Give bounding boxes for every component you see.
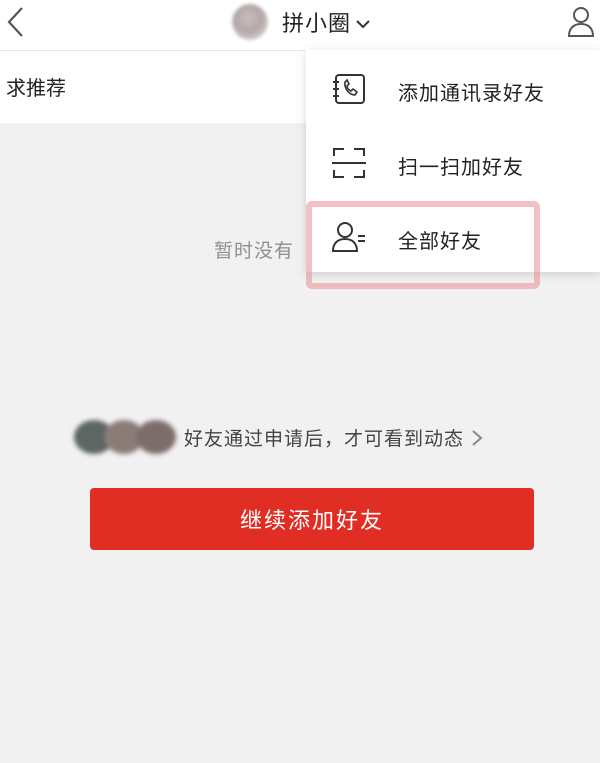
user-avatar xyxy=(232,4,268,40)
chevron-down-icon xyxy=(356,20,370,29)
menu-item-label: 扫一扫加好友 xyxy=(398,155,524,179)
profile-button[interactable] xyxy=(567,4,600,38)
friend-avatars xyxy=(74,420,178,454)
menu-item-label: 添加通讯录好友 xyxy=(398,81,545,105)
chevron-right-icon xyxy=(472,430,483,446)
recommend-label[interactable]: 求推荐 xyxy=(6,72,66,101)
chevron-left-icon xyxy=(7,7,23,37)
back-button[interactable] xyxy=(0,0,40,50)
empty-state-text: 暂时没有 xyxy=(214,240,295,262)
circle-title-dropdown[interactable]: 拼小圈 xyxy=(232,2,371,42)
menu-item-all-friends[interactable]: 全部好友 xyxy=(306,200,600,274)
dropdown-menu: 添加通讯录好友 扫一扫加好友 全部好友 xyxy=(306,50,600,272)
top-bar: 拼小圈 xyxy=(0,0,600,51)
continue-add-friends-button[interactable]: 继续添加好友 xyxy=(90,488,534,550)
friends-list-icon xyxy=(332,222,365,252)
page-title: 拼小圈 xyxy=(282,12,352,37)
scan-icon xyxy=(332,148,366,178)
friends-info-text: 好友通过申请后，才可看到动态 xyxy=(184,427,465,450)
menu-item-scan[interactable]: 扫一扫加好友 xyxy=(306,126,600,200)
friend-avatar xyxy=(136,420,176,454)
menu-item-add-contacts[interactable]: 添加通讯录好友 xyxy=(306,52,600,126)
contacts-phone-icon xyxy=(333,74,365,104)
person-icon xyxy=(567,7,595,37)
friends-info-row[interactable]: 好友通过申请后，才可看到动态 xyxy=(74,420,484,454)
menu-item-label: 全部好友 xyxy=(398,229,482,253)
